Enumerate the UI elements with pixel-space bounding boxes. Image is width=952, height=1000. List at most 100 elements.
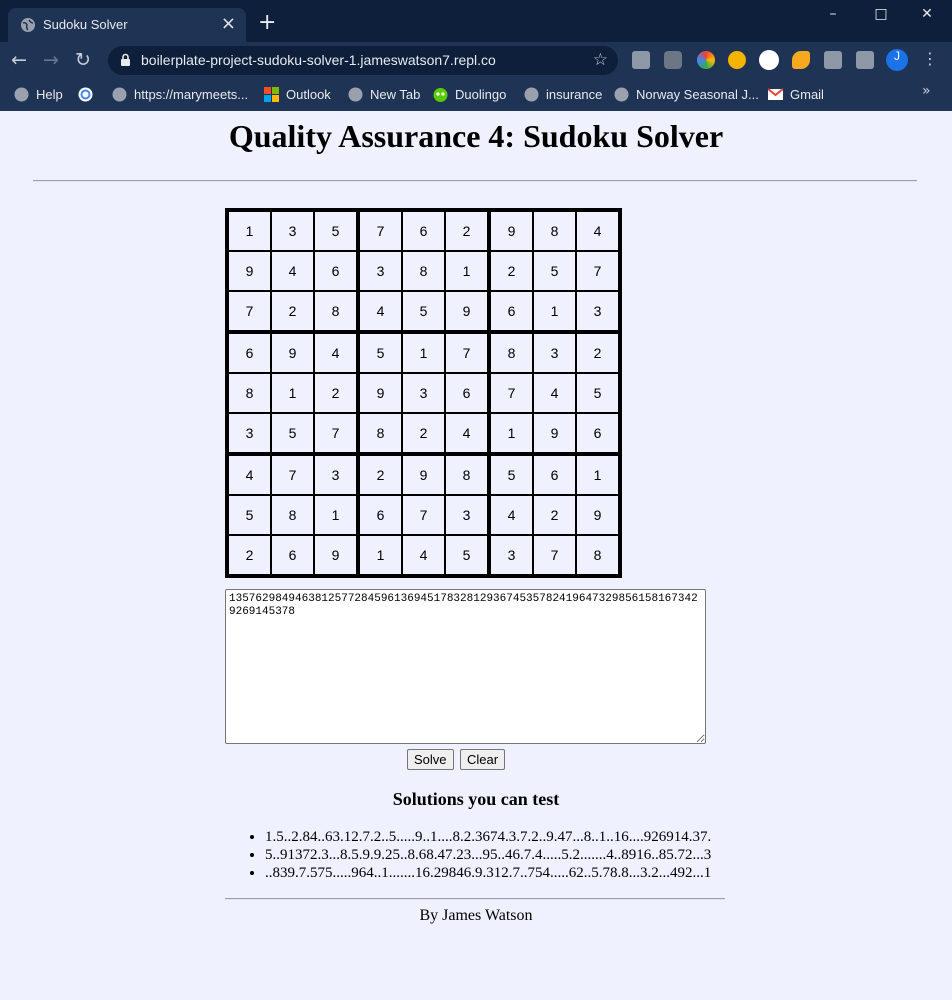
puzzle-input[interactable] [225, 589, 706, 744]
grid-row: 473298561 [225, 452, 622, 496]
extension-icon[interactable] [632, 51, 650, 69]
sudoku-cell: 1 [270, 372, 315, 414]
sudoku-cell: 4 [487, 494, 534, 536]
sudoku-cell: 6 [575, 412, 622, 455]
solutions-list: 1.5..2.84..63.12.7.2..5.....9..1....8.2.… [248, 828, 711, 882]
divider [225, 898, 725, 900]
sudoku-grid: 1357629849463812577284596136945178328129… [225, 208, 622, 578]
address-bar[interactable]: boilerplate-project-sudoku-solver-1.jame… [108, 46, 618, 75]
forward-icon[interactable]: → [43, 49, 59, 71]
browser-chrome: Sudoku Solver × + – □ ✕ ← → ↻ boilerplat… [0, 0, 952, 111]
clear-button[interactable]: Clear [460, 749, 506, 770]
gmail-icon [768, 88, 783, 100]
sudoku-cell: 9 [575, 494, 622, 536]
sudoku-cell: 5 [401, 290, 446, 333]
solution-item: 1.5..2.84..63.12.7.2..5.....9..1....8.2.… [265, 828, 711, 846]
sudoku-cell: 7 [356, 208, 403, 252]
minimize-icon[interactable]: – [823, 6, 843, 26]
sudoku-cell: 8 [532, 208, 577, 252]
sudoku-cell: 1 [532, 290, 577, 333]
sudoku-cell: 8 [270, 494, 315, 536]
sudoku-cell: 9 [401, 452, 446, 496]
grid-row: 694517832 [225, 330, 622, 374]
color-wheel-icon[interactable] [697, 51, 715, 69]
sudoku-cell: 2 [532, 494, 577, 536]
grid-row: 581673429 [225, 494, 622, 536]
sudoku-cell: 4 [444, 412, 490, 455]
sudoku-cell: 4 [225, 452, 272, 496]
sudoku-cell: 1 [313, 494, 359, 536]
sudoku-cell: 3 [487, 534, 534, 578]
globe-icon [524, 87, 539, 102]
sudoku-cell: 1 [487, 412, 534, 455]
tab-strip: Sudoku Solver × + – □ ✕ [0, 0, 952, 42]
solve-button[interactable]: Solve [407, 749, 454, 770]
sudoku-cell: 8 [444, 452, 490, 496]
sudoku-cell: 6 [313, 250, 359, 292]
bookmarks-overflow-icon[interactable]: » [922, 83, 931, 99]
back-icon[interactable]: ← [11, 49, 27, 71]
sudoku-cell: 8 [401, 250, 446, 292]
new-tab-icon[interactable]: + [258, 12, 276, 34]
footer-author: By James Watson [419, 907, 533, 924]
sudoku-cell: 3 [356, 250, 403, 292]
profile-avatar[interactable]: J [886, 49, 908, 71]
maximize-icon[interactable]: □ [871, 6, 891, 26]
sudoku-cell: 3 [444, 494, 490, 536]
sudoku-cell: 3 [401, 372, 446, 414]
sudoku-cell: 7 [532, 534, 577, 578]
sudoku-cell: 9 [487, 208, 534, 252]
grid-row: 135762984 [225, 208, 622, 252]
sudoku-cell: 4 [575, 208, 622, 252]
globe-icon [348, 87, 363, 102]
sudoku-cell: 7 [225, 290, 272, 333]
sudoku-cell: 3 [313, 452, 359, 496]
sudoku-cell: 9 [270, 330, 315, 374]
sudoku-cell: 2 [575, 330, 622, 374]
sudoku-cell: 2 [401, 412, 446, 455]
sudoku-cell: 5 [532, 250, 577, 292]
sudoku-cell: 1 [401, 330, 446, 374]
close-icon[interactable]: × [221, 14, 236, 34]
solutions-heading: Solutions you can test [392, 789, 560, 809]
media-queue-icon[interactable] [856, 51, 874, 69]
bookmark-star-icon[interactable]: ☆ [593, 50, 608, 70]
sudoku-cell: 5 [575, 372, 622, 414]
grid-row: 357824196 [225, 412, 622, 455]
sudoku-cell: 6 [444, 372, 490, 414]
sudoku-cell: 1 [356, 534, 403, 578]
solution-item: ..839.7.575.....964..1.......16.29846.9.… [265, 864, 711, 882]
fish-icon[interactable] [792, 51, 810, 69]
grid-row: 728459613 [225, 290, 622, 333]
puzzle-extensions-icon[interactable] [824, 51, 842, 69]
extension-badge-icon[interactable] [759, 50, 779, 70]
sudoku-cell: 4 [401, 534, 446, 578]
globe-icon [614, 87, 629, 102]
reload-icon[interactable]: ↻ [75, 49, 91, 71]
globe-icon [14, 87, 29, 102]
sudoku-cell: 4 [532, 372, 577, 414]
menu-icon[interactable]: ⋮ [922, 49, 938, 68]
window-close-icon[interactable]: ✕ [917, 6, 937, 26]
globe-icon [21, 18, 35, 32]
sudoku-cell: 9 [532, 412, 577, 455]
sudoku-cell: 6 [532, 452, 577, 496]
sudoku-cell: 5 [487, 452, 534, 496]
sudoku-cell: 9 [313, 534, 359, 578]
camera-icon[interactable] [664, 51, 682, 69]
sudoku-cell: 1 [444, 250, 490, 292]
grid-row: 269145378 [225, 534, 622, 578]
lock-icon [121, 53, 130, 66]
tab-sudoku-solver[interactable]: Sudoku Solver × [8, 8, 246, 42]
tab-title: Sudoku Solver [43, 17, 128, 32]
sudoku-cell: 5 [313, 208, 359, 252]
sudoku-cell: 4 [356, 290, 403, 333]
sudoku-cell: 9 [225, 250, 272, 292]
sudoku-cell: 9 [444, 290, 490, 333]
sudoku-cell: 3 [532, 330, 577, 374]
page-title: Quality Assurance 4: Sudoku Solver [228, 118, 724, 154]
sudoku-cell: 3 [225, 412, 272, 455]
bookmarks-bar: Help https://marymeets... Outlook New Ta… [0, 79, 952, 111]
coupon-icon[interactable] [728, 51, 746, 69]
google-icon [78, 87, 93, 102]
